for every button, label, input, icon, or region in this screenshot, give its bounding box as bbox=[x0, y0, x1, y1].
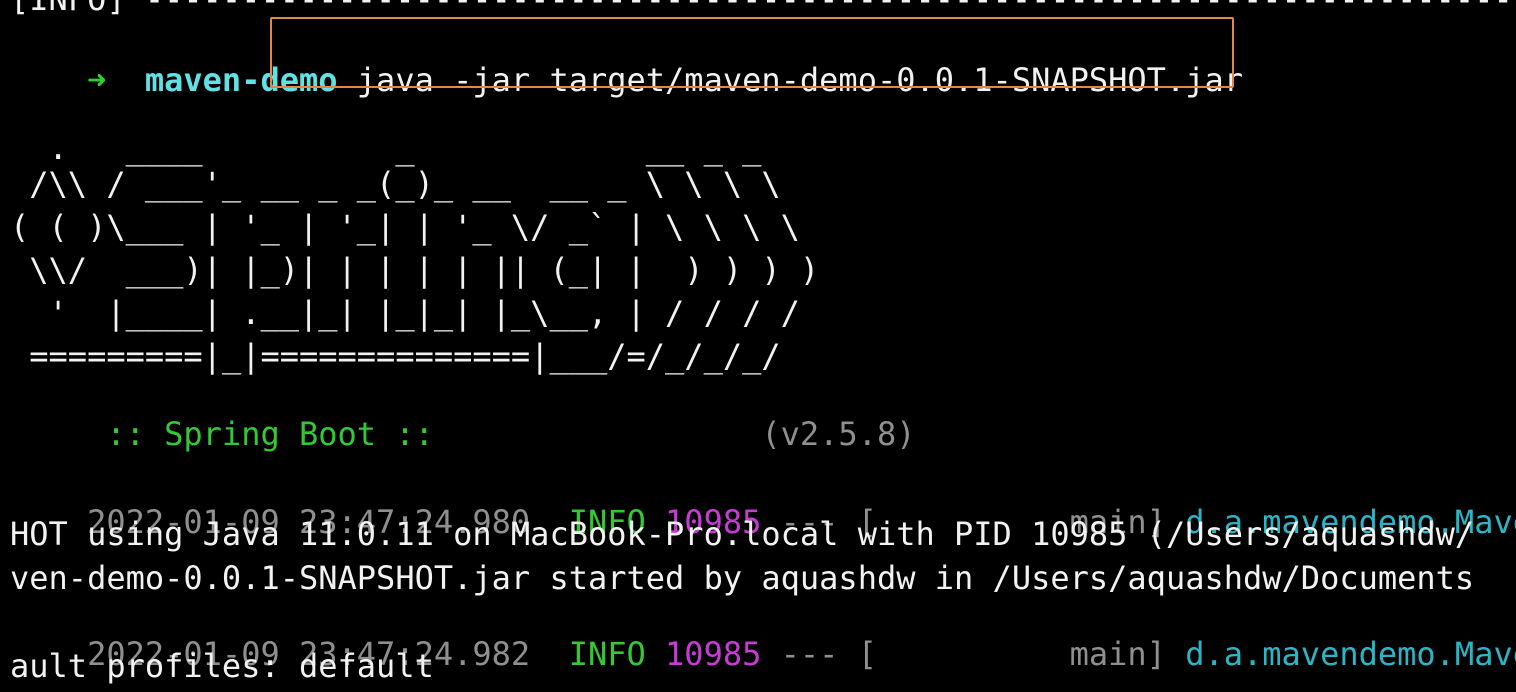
log-pid: 10985 bbox=[665, 635, 762, 673]
log-continuation-3: ault profiles: default bbox=[10, 647, 434, 685]
command-highlight-box bbox=[270, 17, 1234, 88]
log-continuation-1: HOT using Java 11.0.11 on MacBook-Pro.lo… bbox=[10, 515, 1475, 553]
terminal-window[interactable]: [INFO] ---------------------------------… bbox=[0, 0, 1516, 692]
banner-line-5: ' |____| .__|_| |_|_| |_\__, | / / / / bbox=[10, 294, 800, 332]
log-thread: main] bbox=[1069, 635, 1166, 673]
spring-boot-line: :: Spring Boot :: (v2.5.8) bbox=[10, 386, 915, 450]
banner-line-1: . ____ _ __ _ _ bbox=[10, 129, 762, 167]
spring-boot-label: :: Spring Boot :: bbox=[87, 415, 434, 453]
banner-line-4: \\/ ___)| |_)| | | | | || (_| | ) ) ) ) bbox=[10, 251, 820, 289]
log-line-1: 2022-01-09 23:47:24.980 INFO 10985 --- [… bbox=[10, 474, 1516, 538]
spring-boot-version: (v2.5.8) bbox=[761, 415, 916, 453]
log-separator: --- [ bbox=[780, 635, 877, 673]
banner-line-6: =========|_|==============|___/=/_/_/_/ bbox=[10, 337, 781, 375]
log-continuation-2: ven-demo-0.0.1-SNAPSHOT.jar started by a… bbox=[10, 559, 1475, 597]
banner-line-2: /\\ / ___'_ __ _ _(_)_ __ __ _ \ \ \ \ bbox=[10, 165, 781, 203]
log-logger: d.a.mavendemo.Mave bbox=[1185, 635, 1516, 673]
build-info-line: [INFO] ---------------------------------… bbox=[10, 0, 1516, 15]
log-level: INFO bbox=[568, 635, 646, 673]
prompt-arrow-icon: ➜ bbox=[87, 61, 107, 99]
banner-line-3: ( ( )\___ | '_ | '_| | '_ \/ _` | \ \ \ … bbox=[10, 208, 800, 246]
log-line-2: 2022-01-09 23:47:24.982 INFO 10985 --- [… bbox=[10, 606, 1516, 670]
